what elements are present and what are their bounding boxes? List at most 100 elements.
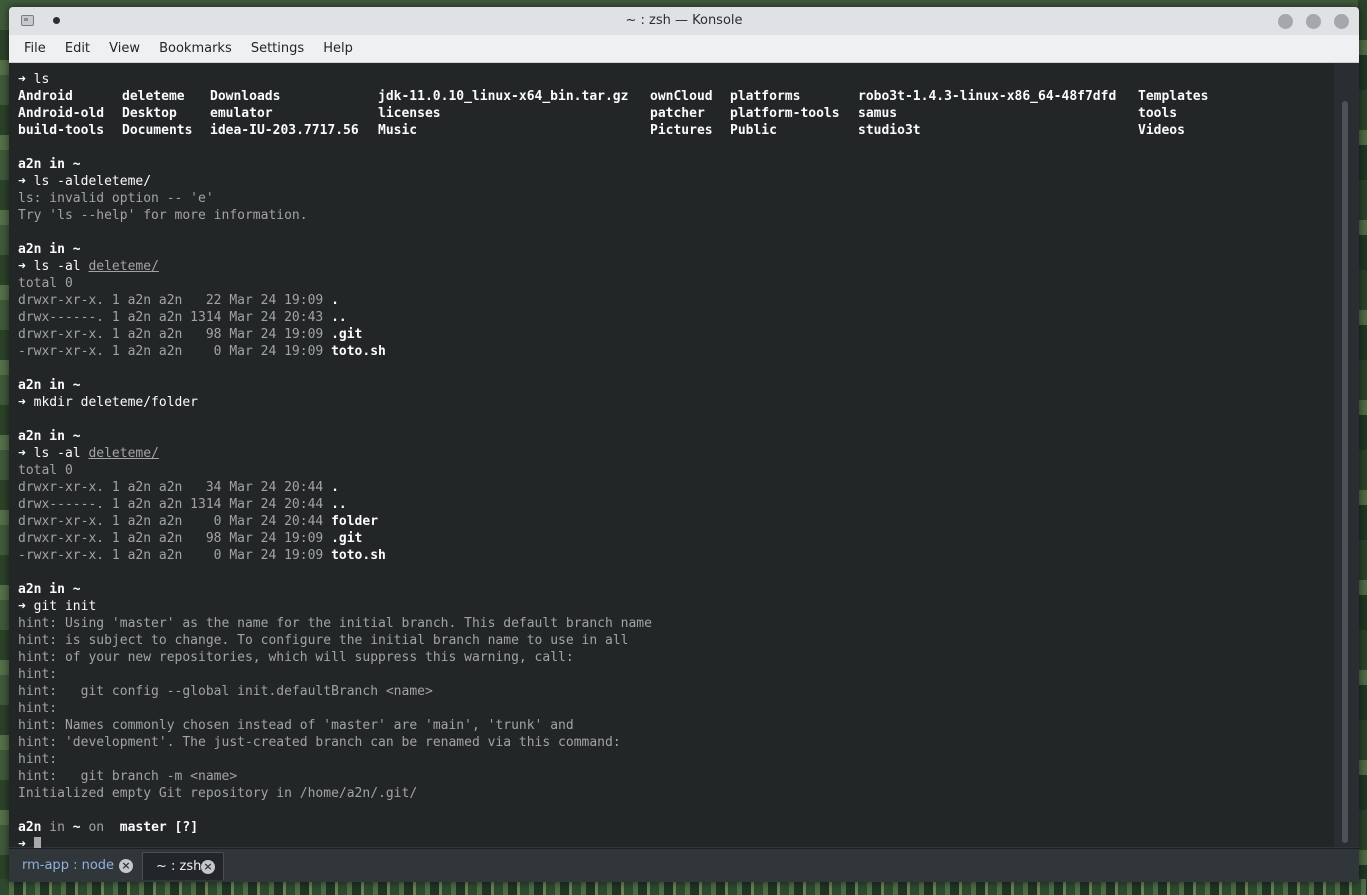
git-hint-line: hint: 'development'. The just-created br… [18, 735, 621, 750]
file-name: .. [331, 310, 347, 325]
ls-entry: idea-IU-203.7717.56 [210, 123, 359, 138]
git-hint-line: hint: is subject to change. To configure… [18, 633, 629, 648]
file-meta: drwxr-xr-x. 1 a2n a2n 0 Mar 24 20:44 [18, 514, 332, 529]
file-name: . [331, 480, 339, 495]
ls-entry: Templates [1138, 89, 1209, 104]
ls-entry: deleteme [122, 89, 185, 104]
git-branch-name: master [?] [111, 820, 199, 835]
minimize-button[interactable] [1278, 14, 1293, 29]
ls-entry: Public [730, 123, 777, 138]
close-tab-icon[interactable]: × [201, 860, 215, 874]
listing-row: -rwxr-xr-x. 1 a2n a2n 0 Mar 24 19:09 tot… [18, 547, 386, 564]
terminal-line: ➜ ls -al deleteme/ [18, 258, 159, 275]
listing-row: -rwxr-xr-x. 1 a2n a2n 0 Mar 24 19:09 tot… [18, 343, 386, 360]
ls-entry: licenses [378, 106, 441, 121]
terminal-output[interactable]: ➜ ls Android deleteme Downloads jdk-11.0.10… [9, 63, 1334, 852]
ls-entry: robo3t-1.4.3-linux-x86_64-48f7dfd [858, 89, 1117, 104]
file-name: toto.sh [331, 344, 386, 359]
menu-help[interactable]: Help [323, 35, 353, 56]
git-hint-line: hint: git branch -m <name> [18, 769, 238, 784]
ls-entry: emulator [210, 106, 273, 121]
prompt-line: a2n in ~ [18, 157, 81, 172]
file-meta: drwxr-xr-x. 1 a2n a2n 34 Mar 24 20:44 [18, 480, 332, 495]
listing-row: drwx------. 1 a2n a2n 1314 Mar 24 20:43 … [18, 309, 347, 326]
terminal-line: total 0 [18, 276, 73, 291]
terminal-line: ls: invalid option -- 'e' [18, 191, 214, 206]
terminal-scrollbar[interactable] [1334, 63, 1359, 847]
ls-entry: patcher [650, 106, 705, 121]
menu-file[interactable]: File [24, 35, 46, 56]
git-hint-line: hint: [18, 752, 58, 767]
listing-row: drwxr-xr-x. 1 a2n a2n 0 Mar 24 20:44 fol… [18, 513, 378, 530]
terminal-line: ➜ mkdir deleteme/folder [18, 395, 199, 410]
ls-entry: tools [1138, 106, 1178, 121]
desktop-background-left [0, 0, 9, 895]
ls-entry: platforms [730, 89, 801, 104]
ls-entry: Desktop [122, 106, 177, 121]
terminal-line: ➜ ls -aldeleteme/ [18, 174, 152, 189]
scrollbar-thumb[interactable] [1342, 101, 1348, 843]
prompt-line: a2n in ~ [18, 582, 81, 597]
prompt-line: a2n in ~ [18, 242, 81, 257]
listing-row: drwxr-xr-x. 1 a2n a2n 22 Mar 24 19:09 . [18, 292, 339, 309]
file-meta: -rwxr-xr-x. 1 a2n a2n 0 Mar 24 19:09 [18, 548, 332, 563]
file-meta: drwxr-xr-x. 1 a2n a2n 22 Mar 24 19:09 [18, 293, 332, 308]
maximize-button[interactable] [1306, 14, 1321, 29]
close-tab-icon[interactable]: × [119, 859, 133, 873]
git-hint-line: hint: [18, 667, 58, 682]
terminal-line: ➜ git init [18, 599, 97, 614]
tab-bar: rm-app : node × ~ : zsh × [9, 848, 1359, 882]
prompt-line: a2n in ~ [18, 378, 81, 393]
ls-entry: studio3t [858, 123, 921, 138]
git-hint-line: hint: Using 'master' as the name for the… [18, 616, 652, 631]
window-title: ~ : zsh — Konsole [625, 13, 743, 28]
tab-zsh[interactable]: ~ : zsh × [142, 852, 224, 880]
git-prompt-line: a2n in ~ on master [?] [18, 819, 198, 836]
terminal-line: ➜ ls [18, 72, 50, 87]
listing-row: drwxr-xr-x. 1 a2n a2n 34 Mar 24 20:44 . [18, 479, 339, 496]
file-meta: -rwxr-xr-x. 1 a2n a2n 0 Mar 24 19:09 [18, 344, 332, 359]
file-meta: drwxr-xr-x. 1 a2n a2n 98 Mar 24 19:09 [18, 327, 332, 342]
file-name: . [331, 293, 339, 308]
terminal-line: total 0 [18, 463, 73, 478]
title-bar[interactable]: ~ : zsh — Konsole [9, 7, 1359, 35]
tab-rm-app[interactable]: rm-app : node × [9, 852, 142, 880]
terminal-line: Try 'ls --help' for more information. [18, 208, 308, 223]
menu-settings[interactable]: Settings [251, 35, 304, 56]
ls-entry: Android-old [18, 106, 105, 121]
menu-view[interactable]: View [109, 35, 140, 56]
file-name: toto.sh [331, 548, 386, 563]
ls-entry: samus [858, 106, 898, 121]
path-link[interactable]: deleteme/ [88, 446, 158, 461]
ls-entry: Documents [122, 123, 193, 138]
file-name: .git [331, 531, 363, 546]
file-meta: drwxr-xr-x. 1 a2n a2n 98 Mar 24 19:09 [18, 531, 332, 546]
file-meta: drwx------. 1 a2n a2n 1314 Mar 24 20:43 [18, 310, 332, 325]
prompt-dir: ~ [72, 820, 81, 835]
ls-entry: build-tools [18, 123, 105, 138]
git-hint-line: hint: of your new repositories, which wi… [18, 650, 574, 665]
ls-entry: jdk-11.0.10_linux-x64_bin.tar.gz [378, 89, 629, 104]
command-text: ➜ ls -al [18, 446, 89, 461]
ls-entry: ownCloud [650, 89, 713, 104]
desktop-background-right [1358, 0, 1367, 895]
menu-bookmarks[interactable]: Bookmarks [159, 35, 232, 56]
listing-row: drwx------. 1 a2n a2n 1314 Mar 24 20:44 … [18, 496, 347, 513]
ls-entry: Downloads [210, 89, 281, 104]
listing-row: drwxr-xr-x. 1 a2n a2n 98 Mar 24 19:09 .g… [18, 326, 362, 343]
git-hint-line: hint: Names commonly chosen instead of '… [18, 718, 574, 733]
file-name: .git [331, 327, 363, 342]
prompt-on: on [80, 820, 112, 835]
ls-entry: Music [378, 123, 418, 138]
listing-row: drwxr-xr-x. 1 a2n a2n 98 Mar 24 19:09 .g… [18, 530, 362, 547]
path-link[interactable]: deleteme/ [88, 259, 158, 274]
git-hint-line: hint: git config --global init.defaultBr… [18, 684, 433, 699]
konsole-window: ~ : zsh — Konsole File Edit View Bookmar… [9, 7, 1359, 882]
menu-bar: File Edit View Bookmarks Settings Help [9, 35, 1359, 63]
prompt-user: a2n [18, 820, 42, 835]
menu-edit[interactable]: Edit [65, 35, 90, 56]
prompt-line: a2n in ~ [18, 429, 81, 444]
ls-entry: Pictures [650, 123, 713, 138]
close-button[interactable] [1334, 14, 1349, 29]
ls-entry: platform-tools [730, 106, 840, 121]
